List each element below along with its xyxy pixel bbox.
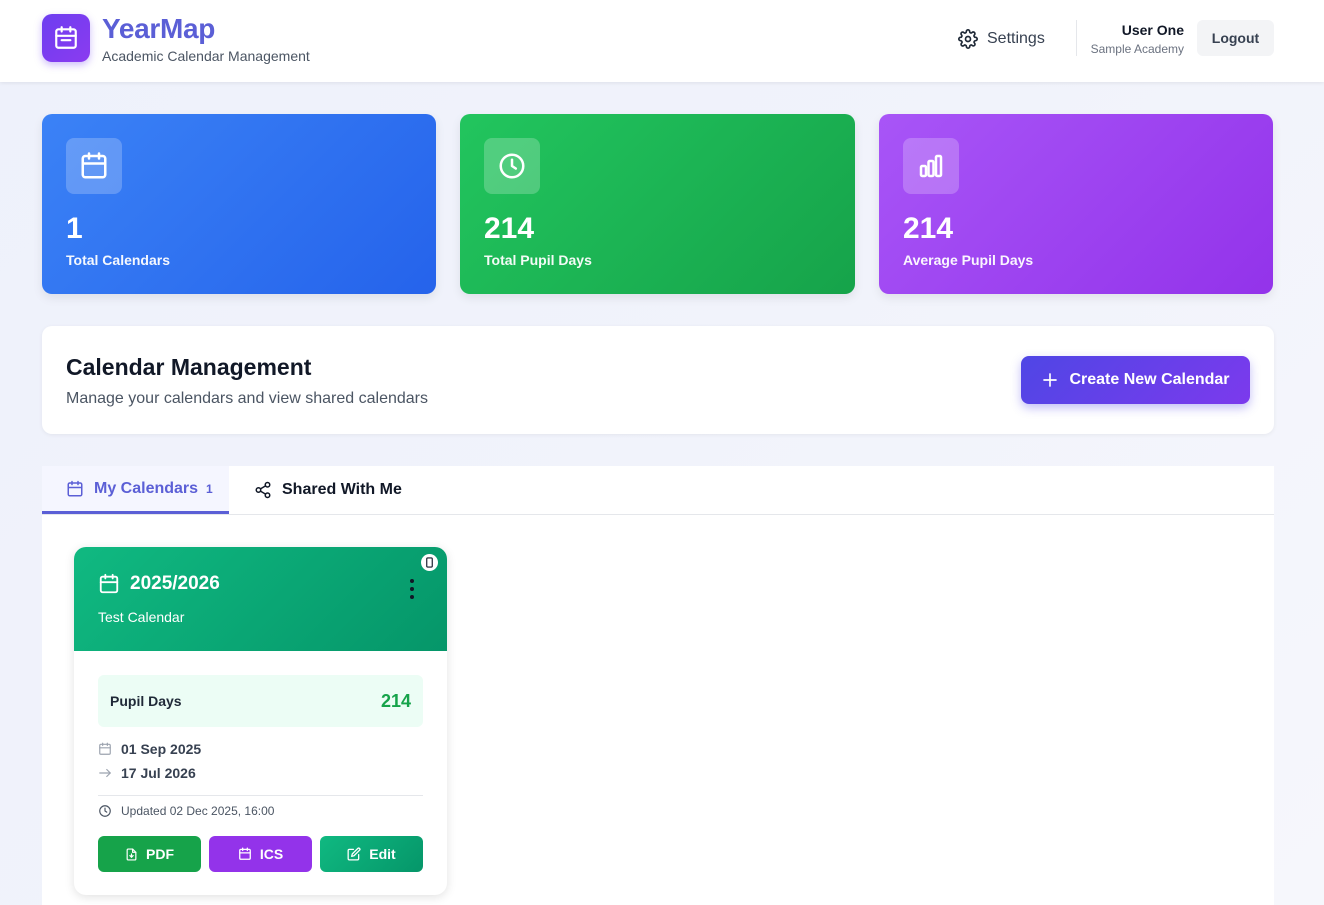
user-organization: Sample Academy — [1090, 42, 1184, 56]
section-title: Calendar Management — [66, 354, 312, 380]
pupil-days-box: Pupil Days 214 — [98, 675, 423, 727]
edit-button[interactable]: Edit — [320, 836, 423, 872]
calendar-card-header: 2025/2026 Test Calendar — [74, 547, 447, 651]
gear-icon — [958, 29, 978, 49]
plus-icon — [1043, 373, 1058, 387]
user-name: User One — [1121, 22, 1184, 38]
app-title: YearMap — [102, 13, 216, 44]
app-subtitle: Academic Calendar Management — [102, 48, 310, 64]
ics-button[interactable]: ICS — [209, 836, 312, 872]
calendars-tabs-panel: My Calendars 1 Shared With Me 2025/2026 … — [42, 466, 1274, 905]
calendar-card[interactable]: 2025/2026 Test Calendar Pupil Days 214 0… — [74, 547, 447, 895]
calendar-management-panel: Calendar Management Manage your calendar… — [42, 326, 1274, 434]
tab-my-calendars[interactable]: My Calendars 1 — [42, 466, 229, 514]
end-date-row: 17 Jul 2026 — [98, 765, 196, 781]
stat-label: Total Pupil Days — [484, 252, 592, 268]
calendar-icon — [55, 26, 77, 49]
create-new-calendar-button[interactable]: Create New Calendar — [1021, 356, 1250, 404]
bar-chart-icon — [919, 154, 943, 178]
mobile-icon — [421, 554, 438, 571]
calendar-icon — [99, 573, 119, 594]
stat-icon-box — [903, 138, 959, 194]
clock-icon — [499, 153, 525, 179]
app-logo[interactable] — [42, 14, 90, 62]
stat-value: 214 — [903, 212, 954, 245]
section-subtitle: Manage your calendars and view shared ca… — [66, 390, 428, 407]
stat-icon-box — [66, 138, 122, 194]
header-divider — [1076, 20, 1077, 56]
stat-value: 214 — [484, 212, 535, 245]
stat-icon-box — [484, 138, 540, 194]
calendar-icon — [238, 847, 251, 860]
updated-row: Updated 02 Dec 2025, 16:00 — [98, 804, 274, 818]
stat-card-average-pupil-days: 214 Average Pupil Days — [879, 114, 1273, 294]
more-options-icon[interactable] — [406, 579, 418, 599]
tab-shared-with-me[interactable]: Shared With Me — [254, 466, 402, 514]
start-date: 01 Sep 2025 — [121, 741, 202, 757]
pupil-days-label: Pupil Days — [110, 693, 182, 709]
start-date-row: 01 Sep 2025 — [98, 741, 201, 757]
tab-label: My Calendars — [94, 479, 199, 497]
stat-card-total-calendars: 1 Total Calendars — [42, 114, 436, 294]
tab-count-badge: 1 — [206, 481, 213, 496]
updated-text: Updated 02 Dec 2025, 16:00 — [121, 804, 275, 818]
pdf-label: PDF — [146, 846, 174, 862]
create-button-label: Create New Calendar — [1069, 371, 1230, 388]
settings-link[interactable]: Settings — [958, 27, 1045, 51]
calendar-icon — [81, 152, 107, 179]
arrow-right-icon — [99, 768, 111, 778]
logout-button[interactable]: Logout — [1197, 20, 1274, 56]
stat-value: 1 — [66, 212, 83, 245]
pdf-button[interactable]: PDF — [98, 836, 201, 872]
tab-label: Shared With Me — [282, 481, 402, 498]
pupil-days-value: 214 — [380, 691, 411, 711]
calendar-icon — [67, 480, 83, 496]
settings-label: Settings — [987, 30, 1045, 47]
edit-icon — [347, 847, 361, 861]
top-header: YearMap Academic Calendar Management Set… — [0, 0, 1324, 82]
clock-icon — [99, 805, 111, 817]
end-date: 17 Jul 2026 — [121, 765, 196, 781]
stat-card-total-pupil-days: 214 Total Pupil Days — [460, 114, 855, 294]
stat-label: Total Calendars — [66, 252, 170, 268]
calendar-subtitle: Test Calendar — [98, 609, 185, 625]
calendar-title-text: 2025/2026 — [130, 573, 220, 594]
card-divider — [98, 795, 423, 796]
calendar-title: 2025/2026 — [98, 573, 220, 595]
ics-label: ICS — [259, 846, 284, 862]
tab-bar: My Calendars 1 Shared With Me — [42, 466, 1274, 515]
stat-label: Average Pupil Days — [903, 252, 1034, 268]
share-icon — [255, 481, 271, 499]
calendar-icon — [99, 742, 111, 755]
edit-label: Edit — [369, 846, 396, 862]
file-download-icon — [126, 847, 137, 861]
